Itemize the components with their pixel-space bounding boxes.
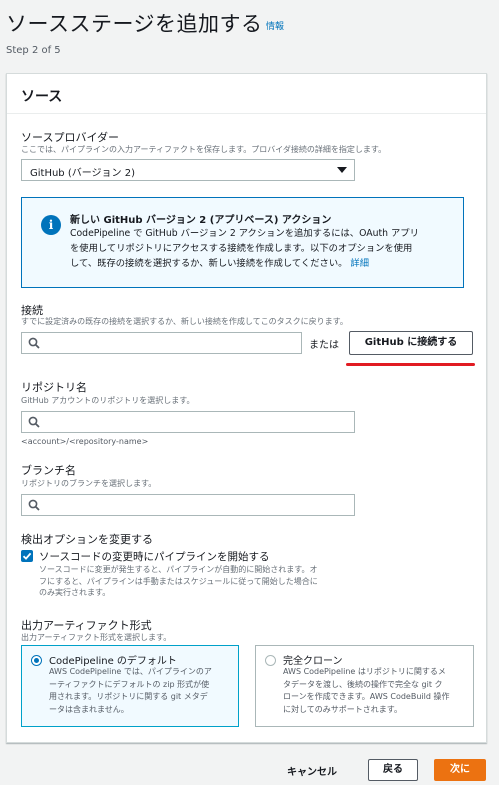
option-desc-line: ータは含まれません。	[49, 704, 129, 714]
branch-search-input[interactable]	[21, 494, 355, 516]
panel-header: ソース	[7, 74, 486, 114]
info-link[interactable]: 情報	[266, 19, 284, 32]
info-alert-line-text: して、既存の接続を選択するか、新しい接続を作成してください。	[70, 258, 348, 269]
artifact-format-label: 出力アーティファクト形式	[21, 619, 152, 632]
info-alert-line: して、既存の接続を選択するか、新しい接続を作成してください。 詳細	[70, 256, 455, 271]
artifact-format-description: 出力アーティファクト形式を選択します。	[21, 633, 172, 642]
option-title: CodePipeline のデフォルト	[49, 656, 177, 667]
connect-github-button[interactable]: GitHub に接続する	[349, 331, 473, 355]
connection-search-input[interactable]	[21, 332, 302, 354]
provider-select-value: GitHub (バージョン 2)	[30, 168, 135, 179]
learn-more-link[interactable]: 詳細	[350, 258, 369, 269]
info-alert-body: CodePipeline で GitHub バージョン 2 アクションを追加する…	[70, 226, 455, 271]
info-alert-line: CodePipeline で GitHub バージョン 2 アクションを追加する…	[70, 228, 419, 239]
panel-title: ソース	[21, 89, 63, 105]
page-title: ソースステージを追加する	[6, 12, 263, 36]
checkbox-desc-line: ソースコードに変更が発生すると、パイプラインが自動的に開始されます。オ	[39, 565, 318, 574]
repository-label: リポジトリ名	[21, 381, 87, 394]
or-text: または	[309, 340, 339, 351]
option-desc-line: ーティファクトにデフォルトの zip 形式が使	[49, 679, 210, 689]
detection-label: 検出オプションを変更する	[21, 533, 153, 546]
source-panel: ソース ソースプロバイダー ここでは、パイプラインの入力アーティファクトを保存し…	[6, 73, 487, 743]
option-desc-line: AWS CodePipeline では、パイプラインのア	[49, 667, 212, 676]
radio-full-clone[interactable]	[265, 655, 276, 666]
option-desc-line: 用されます。リポジトリに関する git メタデ	[49, 692, 208, 701]
cancel-button[interactable]: キャンセル	[287, 763, 337, 778]
search-icon	[28, 499, 40, 511]
option-description: AWS CodePipeline では、パイプラインのア ーティファクトにデフォ…	[49, 666, 241, 716]
back-button[interactable]: 戻る	[368, 759, 418, 781]
start-on-change-checkbox[interactable]	[21, 550, 33, 562]
provider-select[interactable]: GitHub (バージョン 2)	[21, 159, 355, 181]
info-alert-title: 新しい GitHub バージョン 2 (アプリベース) アクション	[70, 215, 332, 226]
highlight-underline	[346, 363, 475, 366]
info-alert: i 新しい GitHub バージョン 2 (アプリベース) アクション Code…	[21, 197, 464, 288]
step-indicator: Step 2 of 5	[6, 45, 61, 56]
provider-description: ここでは、パイプラインの入力アーティファクトを保存します。プロバイダ接続の詳細を…	[21, 145, 387, 154]
repository-search-input[interactable]	[21, 411, 355, 433]
radio-default[interactable]	[31, 655, 42, 666]
option-desc-line: タデータを渡し、後続の操作で完全な git ク	[283, 679, 443, 689]
next-button[interactable]: 次に	[434, 759, 486, 781]
branch-label: ブランチ名	[21, 464, 76, 477]
branch-description: リポジトリのブランチを選択します。	[21, 479, 157, 488]
option-codepipeline-default[interactable]: CodePipeline のデフォルト AWS CodePipeline では、…	[21, 645, 239, 727]
search-icon	[28, 337, 40, 349]
checkbox-description: ソースコードに変更が発生すると、パイプラインが自動的に開始されます。オ フにする…	[39, 564, 359, 599]
option-description: AWS CodePipeline はリポジトリに関するメ タデータを渡し、後続の…	[283, 666, 475, 716]
caret-down-icon	[337, 167, 347, 173]
option-desc-line: に対してのみサポートされます。	[283, 704, 402, 714]
search-icon	[28, 416, 40, 428]
checkbox-desc-line: のみ実行されます。	[39, 588, 111, 597]
checkbox-desc-line: フにすると、パイプラインは手動またはスケジュールに従って開始した場合に	[39, 576, 318, 586]
info-alert-line: を使用してリポジトリにアクセスする接続を作成します。以下のオプションを使用	[70, 243, 413, 254]
option-title: 完全クローン	[283, 656, 343, 667]
checkmark-icon	[22, 552, 32, 560]
repository-hint: <account>/<repository-name>	[21, 437, 149, 446]
connection-description: すでに設定済みの既存の接続を選択するか、新しい接続を作成してこのタスクに戻ります…	[21, 317, 348, 326]
repository-description: GitHub アカウントのリポジトリを選択します。	[21, 396, 195, 405]
option-full-clone[interactable]: 完全クローン AWS CodePipeline はリポジトリに関するメ タデータ…	[255, 645, 474, 727]
option-desc-line: ローンを作成できます。AWS CodeBuild 操作	[283, 692, 450, 701]
option-desc-line: AWS CodePipeline はリポジトリに関するメ	[283, 667, 446, 676]
provider-label: ソースプロバイダー	[21, 131, 120, 144]
checkbox-label[interactable]: ソースコードの変更時にパイプラインを開始する	[39, 549, 269, 564]
info-icon: i	[41, 215, 61, 235]
